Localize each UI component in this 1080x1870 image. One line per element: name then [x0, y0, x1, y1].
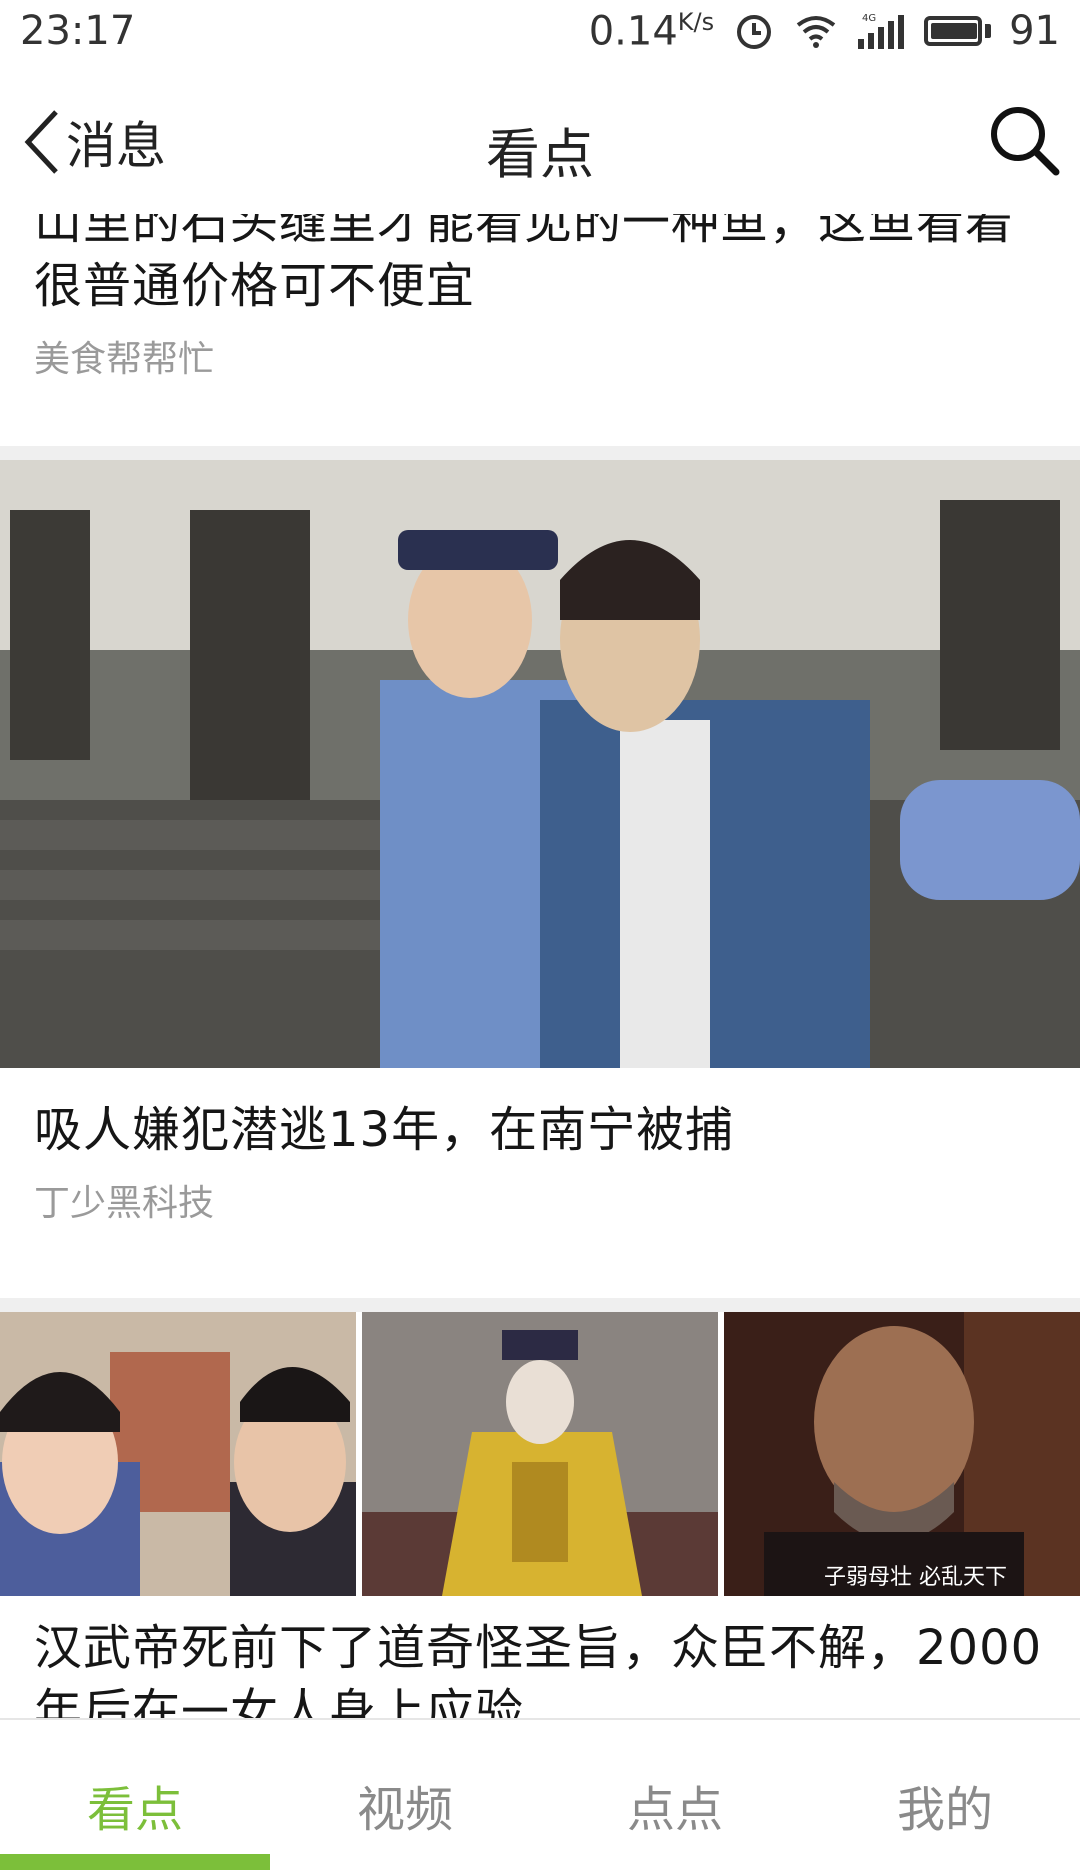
news-feed: 山里的石头缝里才能看见的一种鱼，这鱼看着很普通价格可不便宜 美食帮帮忙 ✕	[0, 214, 1080, 1718]
photo-police-and-woman	[0, 460, 1080, 1068]
item-source: 丁少黑科技	[34, 1183, 215, 1224]
thumbnail[interactable]	[0, 1312, 356, 1596]
thumbnail[interactable]: 子弱母壮 必乱天下	[724, 1312, 1080, 1596]
battery-level: 91	[1009, 8, 1060, 55]
historical-drama-still-1	[0, 1312, 356, 1596]
item-title: 吸人嫌犯潜逃13年，在南宁被捕	[34, 1102, 735, 1158]
thumbnail-caption: 子弱母壮 必乱天下	[824, 1565, 1007, 1590]
network-type: 4G	[862, 13, 876, 24]
signal-icon: 4G	[858, 13, 905, 50]
status-icons: 0.14K/s 4G 91	[589, 8, 1060, 54]
item-title: 汉武帝死前下了道奇怪圣旨，众臣不解，2000年后在一女人身上应验	[34, 1620, 1043, 1718]
divider	[0, 1298, 1080, 1312]
status-bar: 23:17 0.14K/s 4G 91	[0, 0, 1080, 66]
nav-bar: 消息 看点	[0, 66, 1080, 214]
battery-icon	[924, 16, 992, 47]
feed-item[interactable]: 子弱母壮 必乱天下 汉武帝死前下了道奇怪圣旨，众臣不解，2000年后在一女人身上…	[0, 1312, 1080, 1718]
thumbnail[interactable]	[362, 1312, 718, 1596]
tab-me[interactable]: 我的	[810, 1720, 1080, 1870]
net-speed-unit: K/s	[677, 8, 715, 36]
item-image[interactable]	[0, 460, 1080, 1068]
tab-label: 我的	[896, 1782, 993, 1838]
tab-label: 看点	[86, 1782, 183, 1838]
active-tab-indicator	[0, 1854, 270, 1870]
feed-item[interactable]: 吸人嫌犯潜逃13年，在南宁被捕 丁少黑科技 ✕	[0, 460, 1080, 1326]
tab-label: 视频	[356, 1782, 453, 1838]
item-thumbnails: 子弱母壮 必乱天下	[0, 1312, 1080, 1596]
item-source: 美食帮帮忙	[34, 339, 215, 380]
page-title: 看点	[486, 123, 594, 186]
empress-dowager-portrait	[362, 1312, 718, 1596]
tab-diandian[interactable]: 点点	[540, 1720, 810, 1870]
tab-video[interactable]: 视频	[270, 1720, 540, 1870]
net-speed-value: 0.14	[588, 8, 678, 55]
status-time: 23:17	[20, 8, 136, 54]
net-speed: 0.14K/s	[589, 8, 714, 54]
tab-label: 点点	[626, 1782, 723, 1838]
alarm-icon	[737, 15, 772, 50]
bottom-tab-bar: 看点 视频 点点 我的	[0, 1718, 1080, 1870]
divider	[0, 446, 1080, 460]
tab-kandian[interactable]: 看点	[0, 1720, 270, 1870]
wifi-icon	[796, 16, 836, 49]
search-icon[interactable]	[986, 102, 1062, 178]
item-title: 山里的石头缝里才能看见的一种鱼，这鱼看着很普通价格可不便宜	[34, 214, 1015, 314]
old-official-portrait: 子弱母壮 必乱天下	[724, 1312, 1080, 1596]
